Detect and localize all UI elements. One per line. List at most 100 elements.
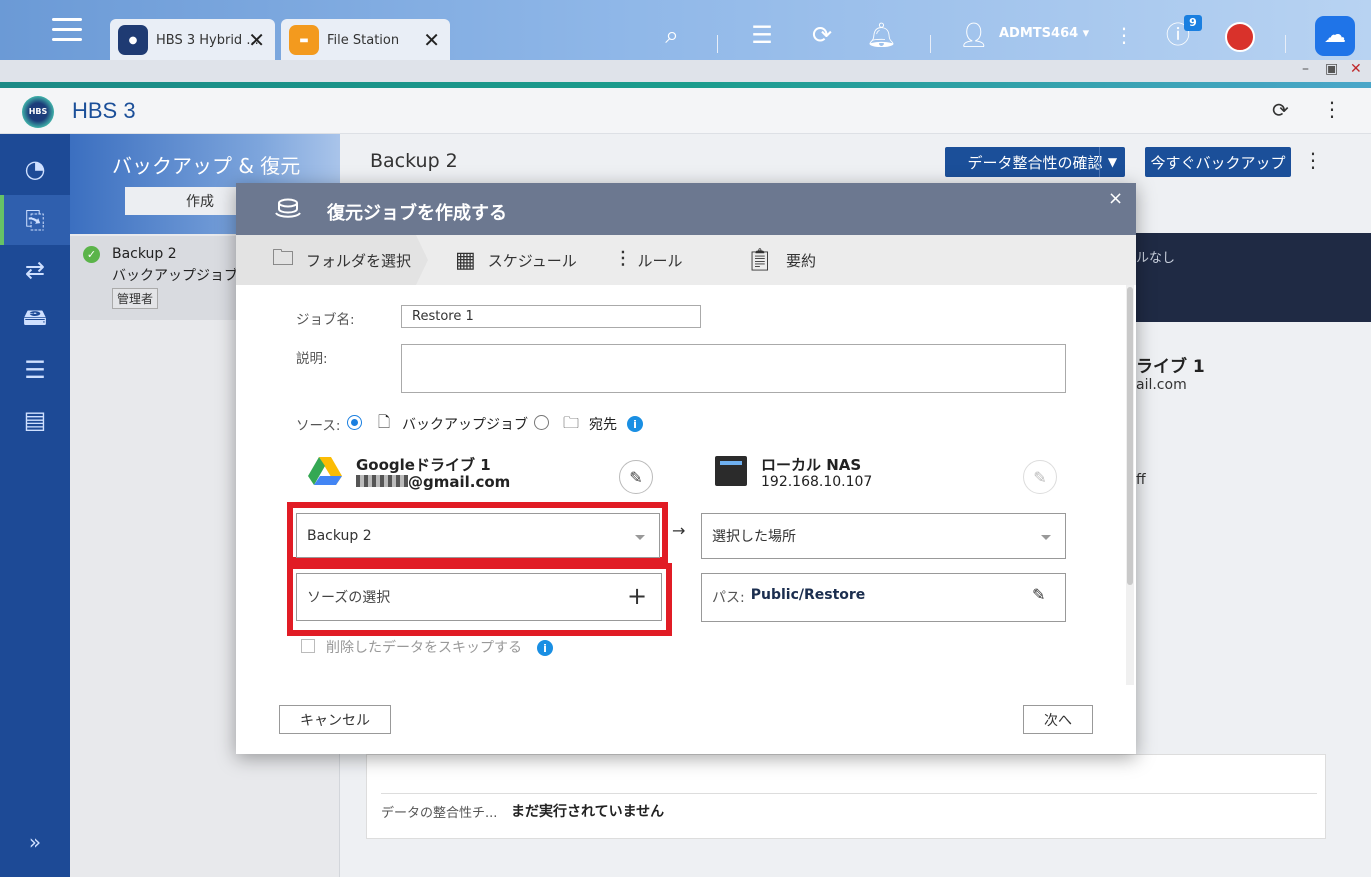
description-input[interactable] (401, 344, 1066, 393)
destination-path-field: パス: Public/Restore ✎ (701, 573, 1066, 622)
step-label: 要約 (785, 251, 816, 270)
app-title: HBS 3 (72, 98, 136, 123)
clipboard-icon: 📋︎ (746, 247, 774, 273)
source-select-field[interactable]: ソーズの選択 + (296, 573, 662, 621)
job-name-input[interactable]: Restore 1 (401, 305, 701, 328)
path-label: パス: (712, 590, 745, 606)
account-partial: ail.com (1136, 377, 1187, 393)
hbs-icon: ● (118, 25, 148, 55)
radio-dot (351, 419, 358, 426)
tab-label: File Station (327, 32, 400, 48)
integrity-check-button[interactable]: データ整合性の確認 (945, 147, 1125, 177)
sync-icon[interactable]: ⇄ (0, 245, 70, 295)
job-name-label: ジョブ名: (296, 312, 355, 328)
logs-icon[interactable]: ▤ (0, 395, 70, 445)
backup-now-button[interactable]: 今すぐバックアップ (1145, 147, 1291, 177)
main-menu-icon[interactable] (52, 18, 82, 46)
scrollbar-thumb[interactable] (1127, 287, 1133, 585)
radio-backup-job[interactable] (347, 415, 362, 430)
wizard-steps: 🗀 フォルダを選択 ▦ スケジュール ⫶ ルール 📋︎ 要約 (236, 235, 1136, 285)
cancel-button[interactable]: キャンセル (279, 705, 391, 734)
add-icon[interactable]: + (627, 582, 647, 610)
more-options-icon[interactable]: ⋮ (1112, 20, 1136, 50)
source-label: ソース: (296, 418, 341, 434)
edit-source-icon[interactable]: ✎ (619, 460, 653, 494)
divider (381, 793, 1317, 794)
setting-partial: ff (1136, 472, 1146, 488)
file-icon: 🗋 (378, 413, 391, 431)
more-options-icon[interactable]: ⋮ (1322, 97, 1342, 121)
background-tasks-icon[interactable]: ☰ (745, 20, 779, 50)
next-button[interactable]: 次へ (1023, 705, 1093, 734)
panel-title: バックアップ & 復元 (112, 154, 301, 178)
skip-deleted-checkbox[interactable] (301, 639, 315, 653)
close-icon[interactable]: × (1108, 188, 1123, 209)
app-header: HBS HBS 3 ⟳ ⋮ (0, 88, 1371, 134)
storage-icon[interactable]: 🖴︎ (0, 295, 70, 345)
separator (717, 35, 718, 53)
more-options-icon[interactable]: ⋮ (1303, 148, 1323, 172)
caret-down-icon (1041, 535, 1051, 540)
integrity-check-label: データ整合性の確認 (967, 153, 1103, 172)
role-badge: 管理者 (112, 288, 159, 309)
edit-path-icon[interactable]: ✎ (1032, 585, 1045, 604)
sync-icon[interactable]: ⟳ (804, 20, 840, 50)
tab-file-station[interactable]: ▬ File Station ✕ (281, 19, 450, 61)
nas-display (720, 461, 742, 465)
caret-down-icon (635, 535, 645, 540)
window-bar: – ▣ ✕ (0, 60, 1371, 82)
integrity-label: データの整合性チ... (381, 806, 498, 821)
description-label: 説明: (296, 351, 328, 367)
folder-icon: 🗀 (563, 413, 580, 432)
dropdown-value: Backup 2 (307, 527, 372, 544)
dashboard-icon[interactable]: ◔ (0, 144, 70, 194)
minimize-icon[interactable]: – (1302, 61, 1309, 77)
dropdown-value: 選択した場所 (712, 529, 796, 545)
notification-badge: 9 (1184, 15, 1202, 31)
radio-label-backup-job: バックアップジョブ (402, 417, 528, 433)
redacted-email-mask (356, 475, 408, 487)
expand-nav-icon[interactable]: » (0, 817, 70, 867)
cloud-icon[interactable]: ☁ (1315, 16, 1355, 56)
source-account: @gmail.com (408, 473, 511, 491)
radio-label-destination: 宛先 (589, 417, 617, 433)
radio-destination[interactable] (534, 415, 549, 430)
dialog-title: 復元ジョブを作成する (327, 203, 507, 224)
search-icon[interactable]: ⌕ (655, 20, 689, 50)
separator (930, 35, 931, 53)
chevron-down-icon[interactable]: ▼ (1099, 147, 1125, 177)
tab-label: HBS 3 Hybrid ... (156, 32, 259, 48)
services-icon[interactable]: ☰ (0, 345, 70, 395)
folder-icon: ▬ (289, 25, 319, 55)
edit-destination-icon: ✎ (1023, 460, 1057, 494)
resource-monitor-icon[interactable] (1225, 22, 1255, 52)
info-icon[interactable]: i (537, 640, 553, 656)
status-banner: ルなし (1136, 233, 1371, 322)
scrollbar-track (1126, 285, 1134, 685)
integrity-panel: データの整合性チ... まだ実行されていません (366, 754, 1326, 839)
step-label: ルール (637, 251, 683, 270)
step-select-folder[interactable]: 🗀 フォルダを選択 (272, 235, 411, 285)
backup-restore-icon[interactable]: ⎘ (0, 195, 70, 245)
refresh-icon[interactable]: ⟳ (1272, 98, 1289, 122)
close-icon[interactable]: ✕ (248, 28, 265, 52)
close-window-icon[interactable]: ✕ (1350, 61, 1362, 77)
nas-icon (715, 456, 747, 486)
step-rules[interactable]: ⫶ ルール (620, 235, 683, 285)
job-type: バックアップジョブ (112, 268, 238, 284)
folder-check-icon: 🗀 (272, 246, 295, 271)
step-schedule[interactable]: ▦ スケジュール (455, 235, 577, 285)
restore-icon[interactable]: ▣ (1325, 61, 1338, 77)
step-summary[interactable]: 📋︎ 要約 (746, 235, 816, 285)
destination-dropdown[interactable]: 選択した場所 (701, 513, 1066, 559)
close-icon[interactable]: ✕ (423, 28, 440, 52)
user-menu[interactable]: ADMTS464 ▾ (999, 26, 1089, 41)
tab-hbs3[interactable]: ● HBS 3 Hybrid ... ✕ (110, 19, 275, 61)
backup-job-dropdown[interactable]: Backup 2 (296, 513, 660, 558)
bell-icon[interactable]: 🔔︎ (866, 20, 896, 50)
user-icon[interactable]: 👤︎ (958, 20, 990, 50)
dialog-header: 復元ジョブを作成する × (236, 183, 1136, 235)
calendar-icon: ▦ (455, 247, 476, 273)
source-storage-name: Googleドライブ 1 (356, 456, 491, 474)
info-icon[interactable]: i (627, 416, 643, 432)
